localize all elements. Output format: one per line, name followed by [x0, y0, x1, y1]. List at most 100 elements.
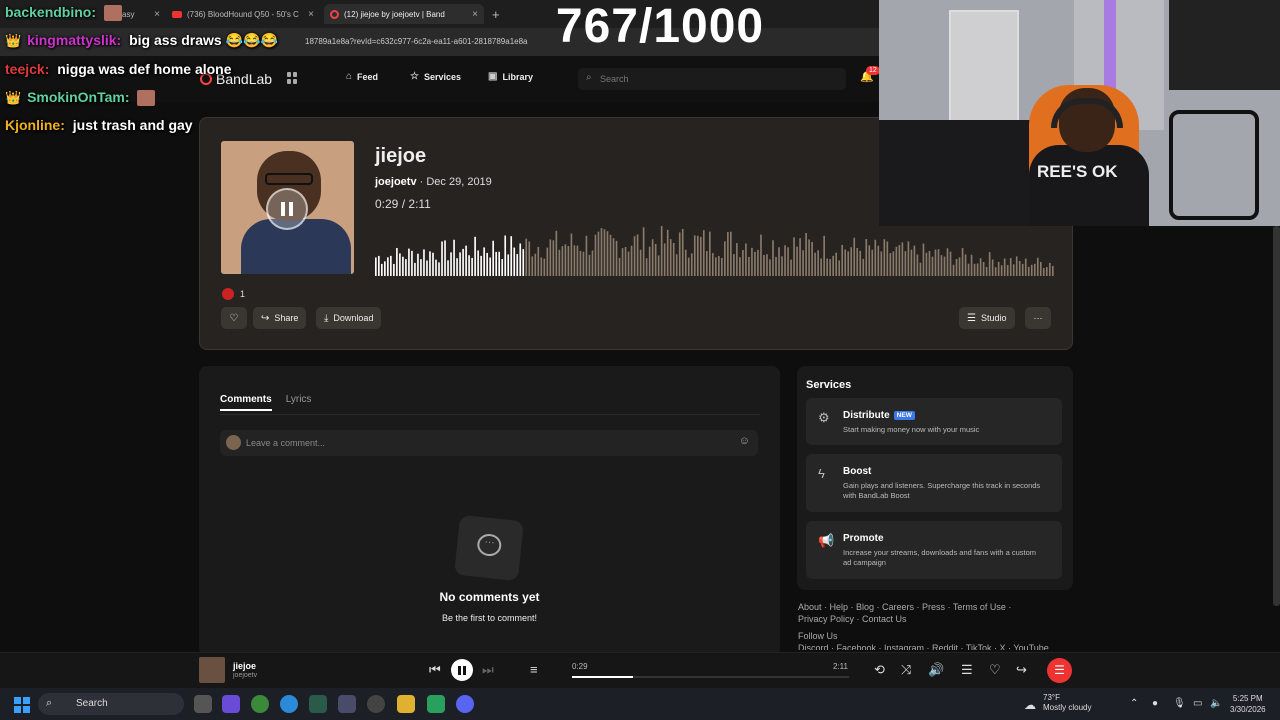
microphone-icon[interactable]: 🎙 [1173, 698, 1186, 709]
store-icon[interactable] [338, 695, 356, 713]
network-icon[interactable]: ▭ [1193, 698, 1202, 709]
folder-icon[interactable] [397, 695, 415, 713]
system-clock[interactable]: 5:25 PM 3/30/2026 [1230, 693, 1266, 715]
emoji-icon[interactable]: ☺ [739, 435, 750, 447]
service-promote[interactable]: 📢 Promote Increase your streams, downloa… [806, 521, 1062, 579]
close-icon[interactable]: × [308, 9, 314, 20]
edge-icon[interactable] [280, 695, 298, 713]
tray-app-icon[interactable]: ● [1152, 698, 1158, 709]
waveform-bar [745, 243, 747, 276]
waveform-bar [931, 256, 934, 276]
waveform-bar [841, 244, 844, 276]
megaphone-icon: 📢 [818, 533, 835, 548]
nav-services[interactable]: ☆ Services [410, 71, 461, 82]
waveform-bar [654, 243, 657, 276]
repeat-icon[interactable]: ⟲ [874, 662, 885, 678]
waveform-bar [868, 245, 871, 276]
waveform-bar [727, 232, 729, 276]
waveform-bar [516, 254, 519, 276]
waveform-bar [657, 255, 660, 276]
tab-bandlab[interactable]: (12) jiejoe by joejoetv | Band × [324, 4, 484, 24]
share-icon[interactable]: ↪ [1016, 662, 1027, 678]
bottom-progress-bar[interactable] [572, 676, 849, 678]
volume-icon[interactable]: 🔊 [928, 662, 944, 678]
waveform-bar [489, 257, 491, 276]
queue-icon[interactable]: ≡ [530, 662, 538, 677]
artist-link[interactable]: joejoetv [375, 176, 417, 188]
shuffle-icon[interactable]: ⤨ [901, 662, 911, 678]
more-button[interactable]: ··· [1025, 307, 1051, 329]
waveform-bar [567, 245, 570, 276]
waveform-bar [621, 248, 624, 276]
tab-comments[interactable]: Comments [220, 394, 272, 411]
waveform-bar [1003, 258, 1006, 276]
waveform-bar [618, 257, 621, 276]
app-icon[interactable] [309, 695, 327, 713]
previous-icon[interactable]: ⏮ [429, 662, 441, 678]
nav-feed[interactable]: ⌂ Feed [346, 71, 378, 82]
queue-button[interactable]: ☰ [1047, 658, 1072, 683]
nav-library[interactable]: ▣ Library [488, 71, 533, 82]
apps-grid-icon[interactable] [287, 72, 299, 84]
service-boost[interactable]: ϟ Boost Gain plays and listeners. Superc… [806, 454, 1062, 512]
chrome-icon[interactable] [251, 695, 269, 713]
like-button[interactable]: ♡ [221, 307, 247, 329]
bottom-track-thumbnail[interactable] [199, 657, 225, 683]
speaker-icon[interactable]: 🔈 [1210, 698, 1222, 709]
social-links[interactable]: Discord · Facebook · Instagram · Reddit … [798, 642, 1078, 650]
download-button[interactable]: ⤓ Download [316, 307, 382, 329]
taskbar-search[interactable]: ⌕ Search [38, 693, 184, 715]
waveform-bar [534, 253, 537, 276]
waveform-bar [525, 238, 528, 276]
waveform-bar [702, 230, 705, 276]
comment-input[interactable]: Leave a comment... ☺ [220, 430, 758, 456]
task-view-icon[interactable] [194, 695, 212, 713]
waveform-bar [814, 252, 816, 276]
windows-start-icon[interactable] [14, 697, 30, 713]
waveform-bar [588, 254, 591, 276]
share-button[interactable]: ↪ Share [253, 307, 307, 329]
reaction-number: 1 [240, 289, 246, 299]
chevron-up-icon[interactable]: ⌃ [1130, 698, 1138, 709]
reaction-count[interactable]: 1 [222, 288, 245, 300]
studio-button[interactable]: ☰ Studio [959, 307, 1015, 329]
bottom-track-title[interactable]: jiejoe [233, 661, 256, 671]
copilot-icon[interactable] [222, 695, 240, 713]
pause-button[interactable] [266, 188, 308, 230]
app-icon[interactable] [427, 695, 445, 713]
waveform-bar [552, 240, 555, 276]
discord-icon[interactable] [456, 695, 474, 713]
waveform-bar [949, 251, 952, 276]
page-scrollbar[interactable] [1273, 226, 1280, 606]
weather-widget[interactable]: 73°F Mostly cloudy [1043, 693, 1091, 713]
bottom-track-artist[interactable]: joejoetv [233, 672, 257, 679]
bottom-pause-button[interactable] [451, 659, 473, 681]
comment-bubble-icon: ··· [454, 514, 524, 582]
waveform-bar [465, 245, 467, 276]
next-icon[interactable]: ⏭ [482, 662, 494, 678]
add-to-playlist-icon[interactable]: ☰ [961, 662, 973, 678]
new-tab-button[interactable]: + [486, 4, 506, 24]
waveform-seekbar[interactable] [375, 218, 1055, 276]
service-distribute[interactable]: ⚙ Distribute NEW Start making money now w… [806, 398, 1062, 445]
service-desc: Start making money now with your music [843, 425, 980, 434]
lightning-icon: ϟ [818, 466, 825, 481]
track-artwork [221, 141, 354, 274]
waveform-bar [925, 252, 928, 276]
waveform-bar [501, 259, 504, 276]
crown-icon: 👑 [5, 33, 22, 48]
settings-icon[interactable] [367, 695, 385, 713]
waveform-bar [1000, 265, 1003, 276]
footer-row[interactable]: Privacy Policy · Contact Us [798, 613, 1078, 625]
footer-row[interactable]: About · Help · Blog · Careers · Press · … [798, 601, 1078, 613]
waveform-bar [594, 234, 597, 276]
close-icon[interactable]: × [472, 9, 478, 20]
heart-icon[interactable]: ♡ [989, 662, 1001, 678]
search-input[interactable]: ⌕ Search [578, 68, 846, 90]
waveform-bar [946, 248, 949, 276]
tab-lyrics[interactable]: Lyrics [286, 394, 312, 411]
nav-services-label: Services [423, 71, 462, 82]
service-title: Promote [843, 533, 884, 544]
waveform-bar [748, 256, 750, 276]
waveform-bar [970, 254, 973, 276]
